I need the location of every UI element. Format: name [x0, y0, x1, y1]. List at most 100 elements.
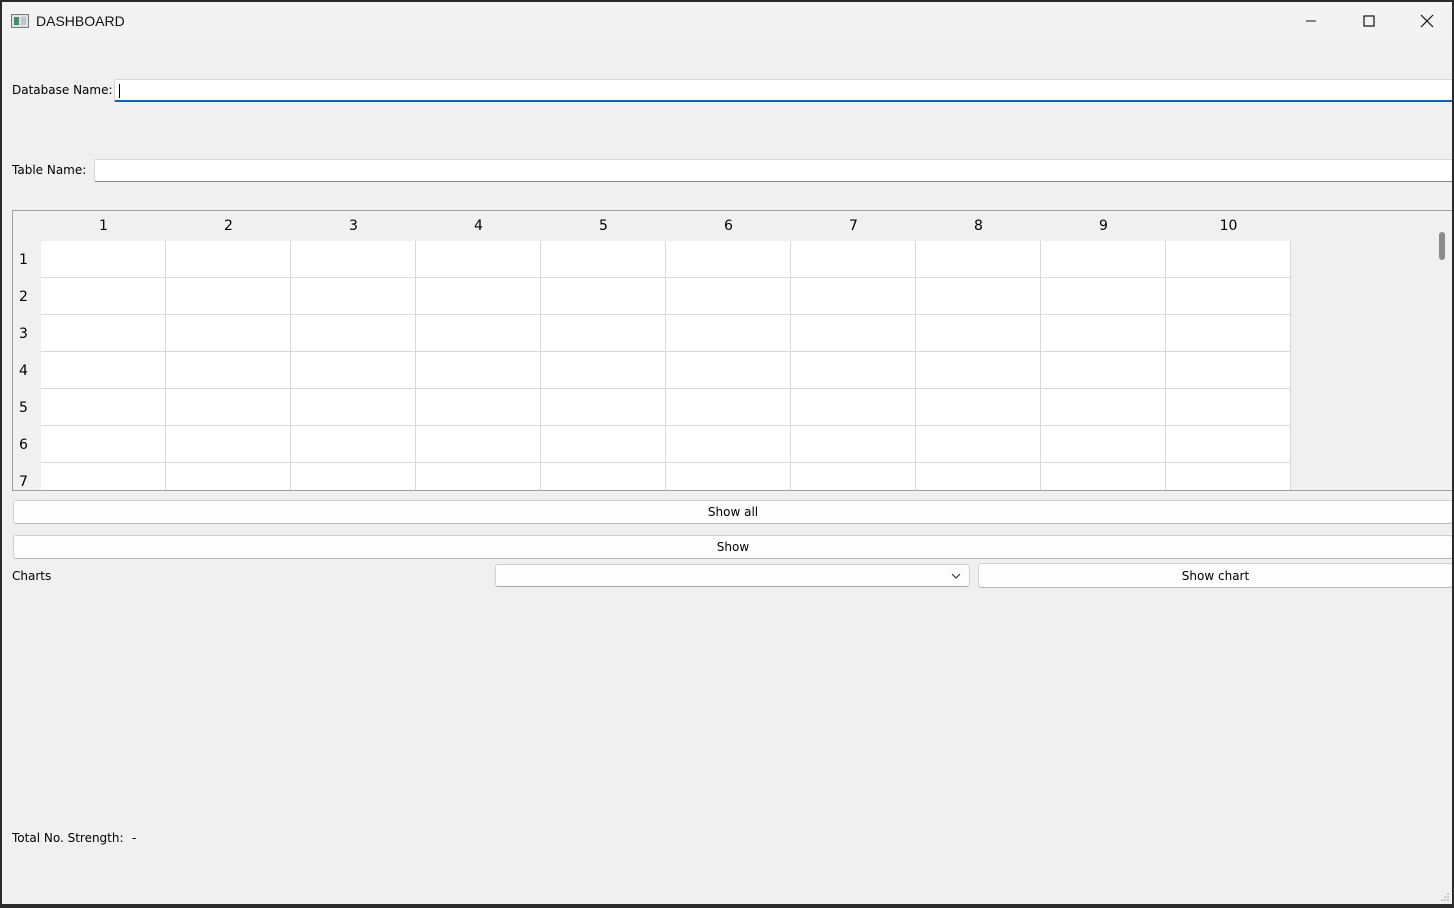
- table-cell[interactable]: [791, 241, 916, 278]
- table-cell[interactable]: [666, 278, 791, 315]
- table-cell[interactable]: [41, 426, 166, 463]
- table-cell[interactable]: [416, 426, 541, 463]
- table-cell[interactable]: [166, 426, 291, 463]
- close-button[interactable]: [1398, 2, 1452, 40]
- table-cell[interactable]: [666, 389, 791, 426]
- table-cell[interactable]: [666, 352, 791, 389]
- table-cell[interactable]: [791, 389, 916, 426]
- minimize-button[interactable]: [1282, 2, 1340, 40]
- table-cell[interactable]: [791, 463, 916, 490]
- table-cell[interactable]: [1166, 241, 1291, 278]
- table-cell[interactable]: [166, 389, 291, 426]
- table-cell[interactable]: [791, 352, 916, 389]
- row-header[interactable]: 5: [13, 389, 41, 426]
- table-cell[interactable]: [416, 278, 541, 315]
- show-button[interactable]: Show: [13, 535, 1452, 559]
- show-all-button[interactable]: Show all: [13, 500, 1452, 524]
- table-cell[interactable]: [1041, 352, 1166, 389]
- column-header[interactable]: 7: [791, 211, 916, 241]
- column-header[interactable]: 10: [1166, 211, 1291, 241]
- table-cell[interactable]: [41, 241, 166, 278]
- table-cell[interactable]: [541, 241, 666, 278]
- column-header[interactable]: 1: [41, 211, 166, 241]
- row-header[interactable]: 7: [13, 463, 41, 490]
- table-cell[interactable]: [291, 426, 416, 463]
- table-cell[interactable]: [416, 315, 541, 352]
- show-chart-button[interactable]: Show chart: [978, 563, 1452, 588]
- table-cell[interactable]: [666, 315, 791, 352]
- table-cell[interactable]: [1166, 463, 1291, 490]
- table-cell[interactable]: [541, 352, 666, 389]
- table-cell[interactable]: [666, 463, 791, 490]
- table-cell[interactable]: [1041, 315, 1166, 352]
- table-cell[interactable]: [916, 278, 1041, 315]
- table-cell[interactable]: [916, 463, 1041, 490]
- charts-dropdown[interactable]: [495, 564, 970, 587]
- table-cell[interactable]: [541, 278, 666, 315]
- row-header[interactable]: 1: [13, 241, 41, 278]
- table-cell[interactable]: [541, 463, 666, 490]
- table-cell[interactable]: [166, 241, 291, 278]
- table-cell[interactable]: [791, 426, 916, 463]
- table-cell[interactable]: [416, 389, 541, 426]
- table-cell[interactable]: [791, 278, 916, 315]
- table-cell[interactable]: [1041, 241, 1166, 278]
- data-table[interactable]: 1 2 3 4 5 6 7 8 9 10 1234567: [12, 210, 1452, 491]
- table-cell[interactable]: [291, 278, 416, 315]
- table-cell[interactable]: [916, 389, 1041, 426]
- table-cell[interactable]: [916, 241, 1041, 278]
- table-cell[interactable]: [41, 463, 166, 490]
- table-cell[interactable]: [666, 241, 791, 278]
- table-cell[interactable]: [166, 463, 291, 490]
- table-cell[interactable]: [41, 352, 166, 389]
- column-header[interactable]: 5: [541, 211, 666, 241]
- row-header[interactable]: 2: [13, 278, 41, 315]
- table-cell[interactable]: [791, 315, 916, 352]
- vertical-scrollbar[interactable]: [1432, 211, 1452, 490]
- column-header[interactable]: 6: [666, 211, 791, 241]
- column-header[interactable]: 8: [916, 211, 1041, 241]
- table-cell[interactable]: [916, 352, 1041, 389]
- table-cell[interactable]: [1166, 389, 1291, 426]
- table-cell[interactable]: [41, 389, 166, 426]
- table-cell[interactable]: [416, 241, 541, 278]
- table-cell[interactable]: [166, 278, 291, 315]
- table-cell[interactable]: [1166, 278, 1291, 315]
- table-cell[interactable]: [1041, 463, 1166, 490]
- table-cell[interactable]: [416, 463, 541, 490]
- table-cell[interactable]: [291, 463, 416, 490]
- table-cell[interactable]: [1041, 389, 1166, 426]
- table-cell[interactable]: [541, 389, 666, 426]
- row-header[interactable]: 3: [13, 315, 41, 352]
- table-cell[interactable]: [916, 426, 1041, 463]
- table-cell[interactable]: [291, 315, 416, 352]
- column-header[interactable]: 3: [291, 211, 416, 241]
- database-name-input[interactable]: [114, 79, 1452, 102]
- table-cell[interactable]: [541, 315, 666, 352]
- table-name-input[interactable]: [94, 159, 1452, 182]
- table-cell[interactable]: [1166, 315, 1291, 352]
- table-cell[interactable]: [1041, 278, 1166, 315]
- table-cell[interactable]: [1166, 426, 1291, 463]
- table-cell[interactable]: [41, 315, 166, 352]
- table-cell[interactable]: [541, 426, 666, 463]
- resize-grip-icon[interactable]: [1440, 892, 1450, 902]
- table-cell[interactable]: [916, 315, 1041, 352]
- table-cell[interactable]: [166, 352, 291, 389]
- scrollbar-thumb[interactable]: [1439, 232, 1445, 260]
- table-cell[interactable]: [666, 426, 791, 463]
- row-header[interactable]: 4: [13, 352, 41, 389]
- table-cell[interactable]: [291, 389, 416, 426]
- table-cell[interactable]: [1166, 352, 1291, 389]
- table-corner[interactable]: [13, 211, 41, 241]
- table-cell[interactable]: [291, 241, 416, 278]
- column-header[interactable]: 4: [416, 211, 541, 241]
- column-header[interactable]: 2: [166, 211, 291, 241]
- table-cell[interactable]: [291, 352, 416, 389]
- maximize-button[interactable]: [1340, 2, 1398, 40]
- table-cell[interactable]: [1041, 426, 1166, 463]
- table-cell[interactable]: [166, 315, 291, 352]
- column-header[interactable]: 9: [1041, 211, 1166, 241]
- row-header[interactable]: 6: [13, 426, 41, 463]
- table-cell[interactable]: [416, 352, 541, 389]
